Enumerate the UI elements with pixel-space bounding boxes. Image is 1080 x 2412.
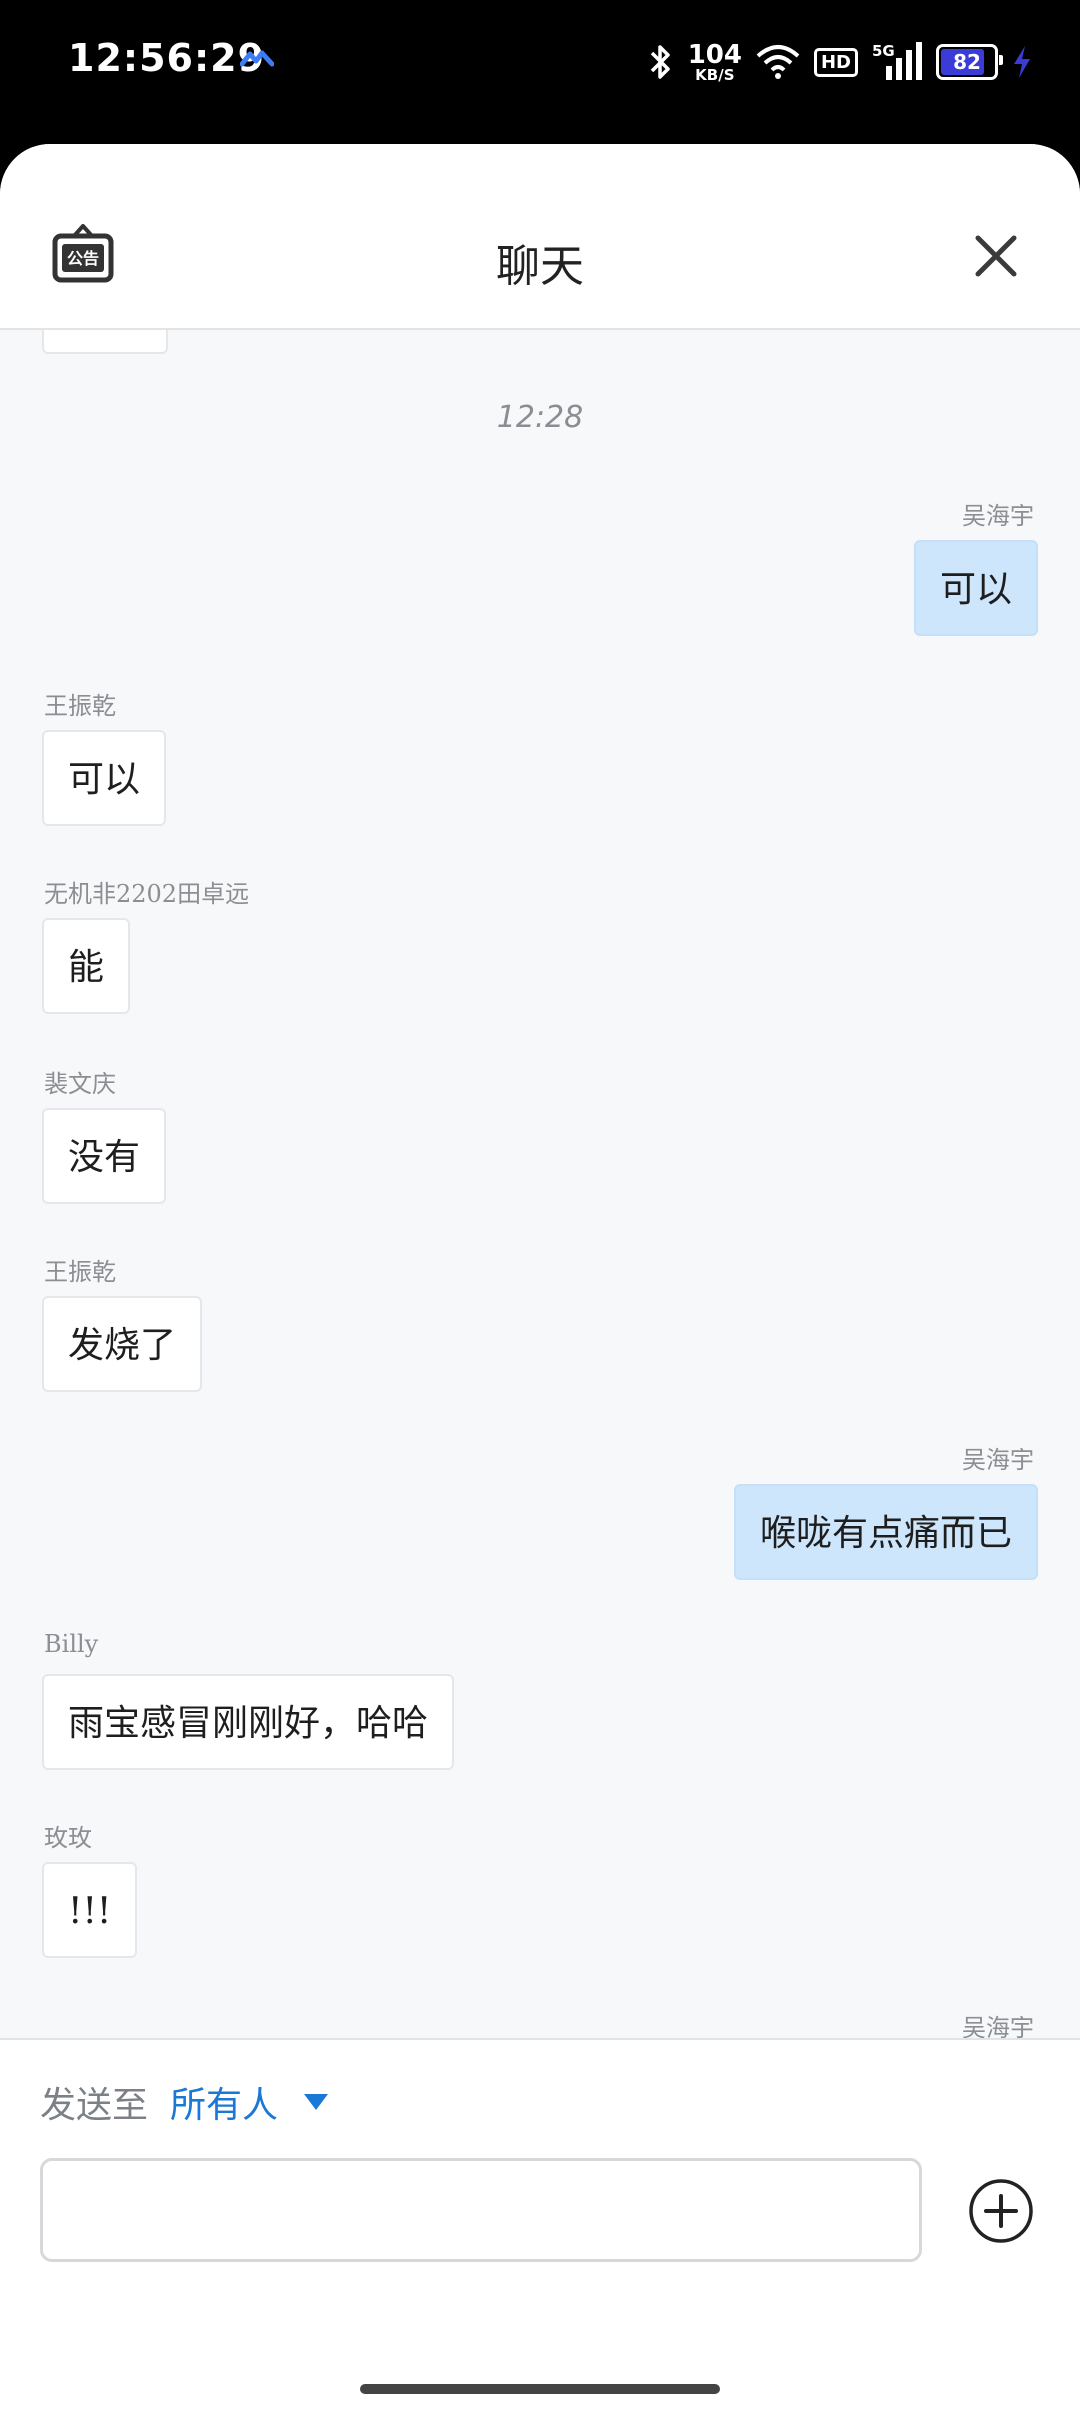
message-sender: 吴海宇 xyxy=(962,502,1034,530)
message-sender: 吴海宇 xyxy=(962,1446,1034,1474)
cell-signal-icon: 5G xyxy=(872,42,922,82)
net-speed: 104 KB/S xyxy=(687,39,742,84)
send-to-target[interactable]: 所有人 xyxy=(170,2076,278,2128)
message-sender: 王振乾 xyxy=(44,692,116,720)
battery-icon: 82 xyxy=(936,44,1003,80)
status-bar: 12:56:29 104 KB/S HD 5G 82 xyxy=(0,0,1080,130)
message-bubble[interactable]: !!! xyxy=(42,1862,138,1958)
send-to-label: 发送至 xyxy=(40,2085,149,2126)
chat-sheet: 公告 聊天 12:28 吴海宇 可以 王振乾 可以 无机非2202田卓远 能 裴… xyxy=(0,144,1080,2412)
message-bubble[interactable]: 发烧了 xyxy=(42,1296,203,1392)
close-icon[interactable] xyxy=(974,234,1018,278)
message-bubble-own[interactable]: 可以 xyxy=(913,540,1038,636)
message-bubble[interactable]: 没有 xyxy=(42,1108,167,1204)
dropdown-caret-icon[interactable] xyxy=(304,2094,329,2110)
chat-header: 公告 聊天 xyxy=(0,144,1080,330)
message-bubble-own[interactable]: 喉咙有点痛而已 xyxy=(733,1484,1038,1580)
wifi-icon xyxy=(756,45,800,79)
bluetooth-icon xyxy=(650,45,670,79)
status-icons: 104 KB/S HD 5G 82 xyxy=(648,34,1032,90)
message-sender: Billy xyxy=(44,1630,99,1658)
send-to-selector[interactable]: 发送至 所有人 xyxy=(40,2076,329,2128)
message-bubble[interactable]: 可以 xyxy=(42,730,167,826)
message-sender: 吴海宇 xyxy=(962,2014,1034,2038)
message-list[interactable]: 12:28 吴海宇 可以 王振乾 可以 无机非2202田卓远 能 裴文庆 没有 … xyxy=(0,330,1080,2038)
message-composer: 发送至 所有人 xyxy=(0,2038,1080,2412)
message-sender: 无机非2202田卓远 xyxy=(44,880,250,908)
message-input[interactable] xyxy=(40,2158,922,2262)
message-sender: 王振乾 xyxy=(44,1258,116,1286)
charging-icon xyxy=(1014,46,1030,78)
message-bubble[interactable]: 能 xyxy=(42,918,131,1014)
message-sender: 玫玫 xyxy=(44,1824,92,1852)
sync-cloud-icon xyxy=(240,50,274,67)
message-sender: 裴文庆 xyxy=(44,1070,116,1098)
hd-badge: HD xyxy=(813,47,858,77)
message-timestamp: 12:28 xyxy=(496,400,584,435)
previous-message-bubble xyxy=(42,330,168,354)
home-indicator[interactable] xyxy=(360,2384,720,2394)
status-time: 12:56:29 xyxy=(68,36,266,80)
page-title: 聊天 xyxy=(496,241,584,292)
add-icon[interactable] xyxy=(968,2178,1034,2244)
message-bubble[interactable]: 雨宝感冒刚刚好，哈哈 xyxy=(42,1674,455,1770)
